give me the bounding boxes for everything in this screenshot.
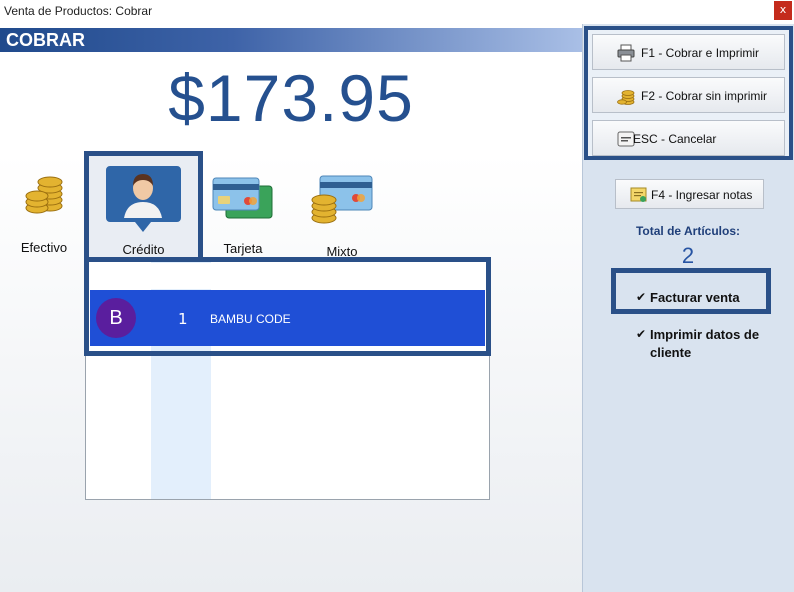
charge-without-print-button[interactable]: F2 - Cobrar sin imprimir — [592, 77, 785, 113]
payment-method-label: Crédito — [122, 242, 165, 257]
mixed-payment-icon — [311, 175, 373, 224]
payment-method-mixto[interactable]: Mixto — [304, 172, 380, 264]
checkbox-label-line2: cliente — [650, 345, 692, 360]
button-label: F1 - Cobrar e Imprimir — [641, 46, 760, 60]
checkmark-icon: ✔ — [636, 327, 647, 341]
notes-icon — [630, 187, 647, 202]
total-items-label: Total de Artículos: — [635, 224, 740, 238]
payment-method-label: Tarjeta — [223, 241, 263, 256]
button-label: ESC - Cancelar — [633, 132, 717, 146]
coins-icon — [25, 176, 63, 214]
checkbox-label: Facturar venta — [650, 290, 740, 305]
total-amount: $173.95 — [168, 61, 414, 135]
payment-method-tarjeta[interactable]: Tarjeta — [208, 172, 278, 262]
add-notes-button[interactable]: F4 - Ingresar notas — [615, 179, 764, 209]
payment-method-credito[interactable]: Crédito — [84, 151, 203, 273]
invoice-checkbox[interactable]: ✔ Facturar venta — [636, 289, 766, 307]
button-label: F2 - Cobrar sin imprimir — [641, 89, 768, 103]
close-button[interactable]: x — [774, 1, 792, 20]
button-label: F4 - Ingresar notas — [651, 188, 753, 202]
coins-icon — [617, 90, 635, 105]
title-bar: Venta de Productos: Cobrar x — [0, 0, 794, 24]
charge-and-print-button[interactable]: F1 - Cobrar e Imprimir — [592, 34, 785, 70]
action-button-group: F1 - Cobrar e Imprimir F2 - Cobrar sin i… — [584, 26, 793, 160]
section-title: COBRAR — [6, 30, 85, 50]
actions-panel: F1 - Cobrar e Imprimir F2 - Cobrar sin i… — [582, 24, 794, 592]
cancel-button[interactable]: ESC - Cancelar — [592, 120, 785, 156]
user-icon — [106, 166, 181, 232]
print-client-data-checkbox[interactable]: ✔ Imprimir datos de cliente — [636, 326, 786, 362]
window-title: Venta de Productos: Cobrar — [4, 4, 153, 18]
printer-icon — [617, 44, 635, 62]
list-selection-frame — [84, 257, 491, 356]
total-items-value: 2 — [681, 243, 695, 268]
checkmark-icon: ✔ — [636, 290, 647, 304]
payment-method-efectivo[interactable]: Efectivo — [12, 172, 76, 262]
section-header: COBRAR — [0, 28, 582, 52]
payment-method-label: Efectivo — [20, 240, 68, 255]
checkbox-label: Imprimir datos de — [650, 327, 760, 342]
credit-cards-icon — [212, 177, 273, 219]
